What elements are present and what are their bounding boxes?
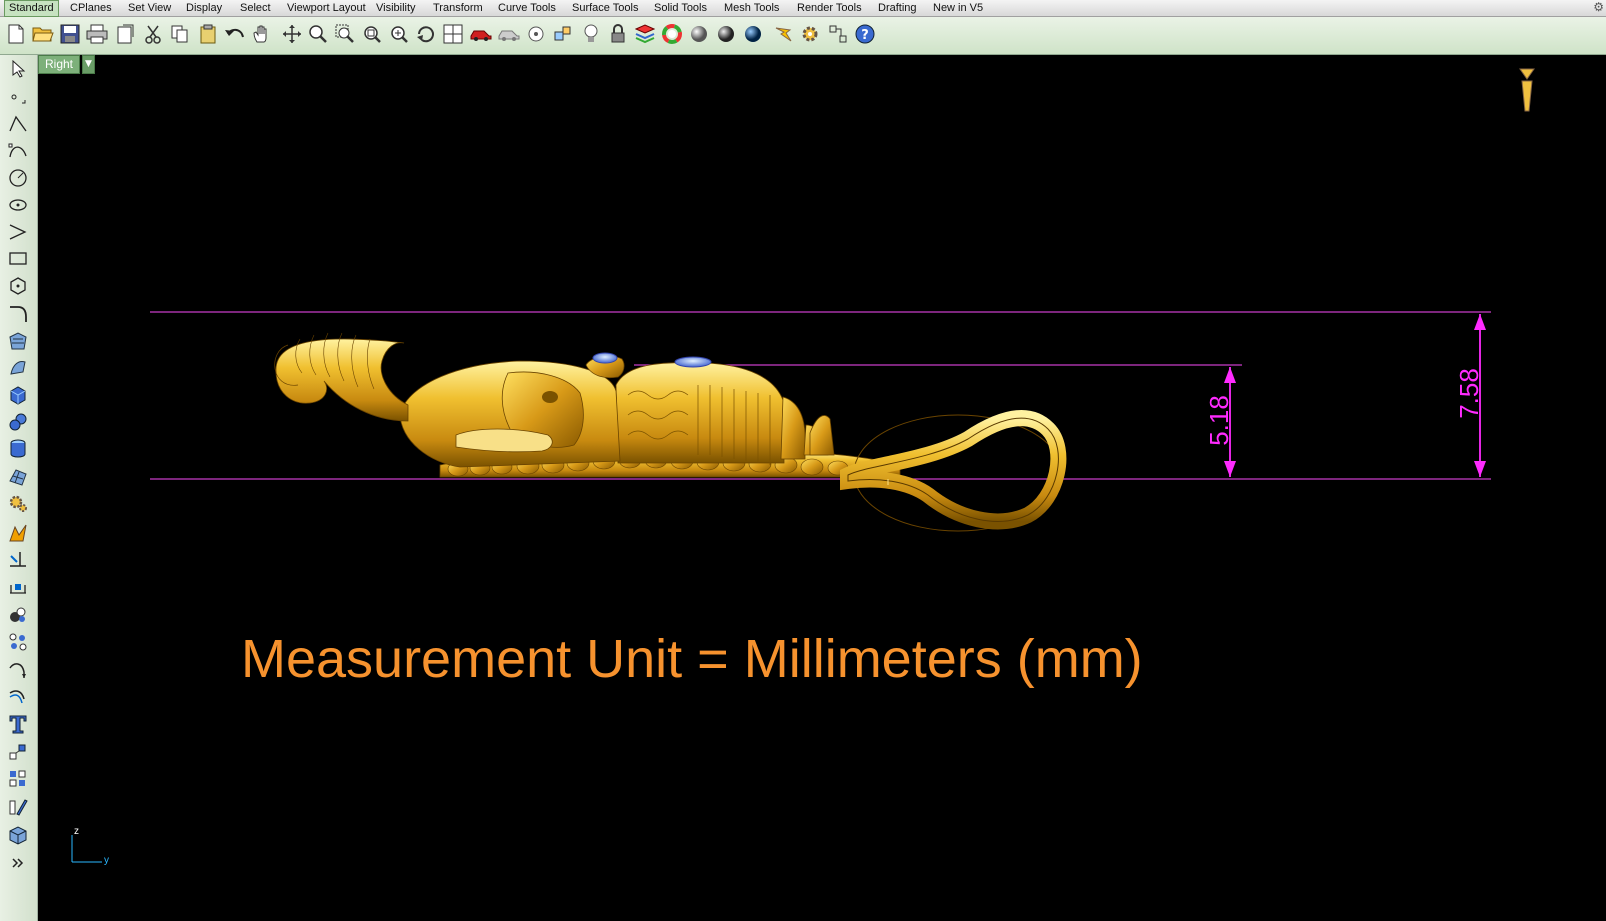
tab-mesh-tools[interactable]: Mesh Tools bbox=[720, 1, 783, 16]
zoom-extents-icon[interactable] bbox=[360, 22, 384, 46]
layer-icon[interactable] bbox=[633, 22, 657, 46]
sweep-icon[interactable] bbox=[6, 356, 30, 380]
point-icon[interactable] bbox=[6, 85, 30, 109]
fillet-icon[interactable] bbox=[6, 302, 30, 326]
tab-display[interactable]: Display bbox=[182, 1, 226, 16]
block-icon[interactable] bbox=[6, 767, 30, 791]
help-icon[interactable]: ? bbox=[853, 22, 877, 46]
four-viewports-icon[interactable] bbox=[441, 22, 465, 46]
gear-icon[interactable] bbox=[798, 22, 822, 46]
transform-icon[interactable] bbox=[6, 740, 30, 764]
select-arrow-icon[interactable] bbox=[6, 57, 30, 81]
group-icon[interactable] bbox=[6, 603, 30, 627]
dimension-label-small: 5.18 bbox=[1203, 395, 1234, 446]
target-icon[interactable] bbox=[524, 22, 548, 46]
zoom-window-icon[interactable] bbox=[333, 22, 357, 46]
tab-cplanes[interactable]: CPlanes bbox=[66, 1, 116, 16]
arc-icon[interactable] bbox=[6, 220, 30, 244]
trim-icon[interactable] bbox=[6, 548, 30, 572]
sphere-shaded-icon[interactable] bbox=[687, 22, 711, 46]
open-icon[interactable] bbox=[31, 22, 55, 46]
text-icon[interactable] bbox=[6, 712, 30, 736]
lock-icon[interactable] bbox=[606, 22, 630, 46]
mesh-icon[interactable] bbox=[6, 465, 30, 489]
viewport-scene bbox=[71, 68, 1535, 863]
undo-icon[interactable] bbox=[223, 22, 247, 46]
dimension-icon[interactable] bbox=[6, 575, 30, 599]
more-icon[interactable] bbox=[6, 851, 30, 875]
car-icon[interactable] bbox=[469, 22, 493, 46]
axis-z-label: z bbox=[74, 826, 79, 837]
tab-set-view[interactable]: Set View bbox=[124, 1, 175, 16]
offset-icon[interactable] bbox=[6, 685, 30, 709]
surface-icon[interactable] bbox=[6, 329, 30, 353]
measurement-unit-caption: Measurement Unit = Millimeters (mm) bbox=[241, 629, 1143, 689]
tab-new-in-v5[interactable]: New in V5 bbox=[929, 1, 987, 16]
ghost-car-icon[interactable] bbox=[497, 22, 521, 46]
tab-select[interactable]: Select bbox=[236, 1, 275, 16]
tab-curve-tools[interactable]: Curve Tools bbox=[494, 1, 560, 16]
spheres-icon[interactable] bbox=[6, 410, 30, 434]
rectangle-icon[interactable] bbox=[6, 247, 30, 271]
new-icon[interactable] bbox=[4, 22, 28, 46]
array-icon[interactable] bbox=[6, 630, 30, 654]
export-icon[interactable] bbox=[113, 22, 137, 46]
viewport-right[interactable]: Right ▼ 5.18 7.58 z y Measurement Unit =… bbox=[38, 55, 1606, 921]
color-wheel-icon[interactable] bbox=[660, 22, 684, 46]
print-icon[interactable] bbox=[85, 22, 109, 46]
gumball-widget-icon[interactable] bbox=[1519, 68, 1535, 112]
snap-icon[interactable] bbox=[551, 22, 575, 46]
gear-solid-icon[interactable] bbox=[6, 492, 30, 516]
explode-icon[interactable] bbox=[6, 521, 30, 545]
paste-icon[interactable] bbox=[196, 22, 220, 46]
axis-indicator bbox=[71, 835, 102, 863]
settings-gear-icon[interactable]: ⚙ bbox=[1593, 0, 1604, 14]
rotate-view-icon[interactable] bbox=[414, 22, 438, 46]
analyze-icon[interactable] bbox=[6, 795, 30, 819]
tab-transform[interactable]: Transform bbox=[429, 1, 487, 16]
copy-icon[interactable] bbox=[168, 22, 192, 46]
lightbulb-icon[interactable] bbox=[579, 22, 603, 46]
sphere-render-icon[interactable] bbox=[714, 22, 738, 46]
zoom-selected-icon[interactable] bbox=[387, 22, 411, 46]
pan-hand-icon[interactable] bbox=[250, 22, 274, 46]
cplane-icon[interactable] bbox=[826, 22, 850, 46]
box-icon[interactable] bbox=[6, 383, 30, 407]
tab-visibility[interactable]: Visibility bbox=[372, 1, 420, 16]
move-view-icon[interactable] bbox=[280, 22, 304, 46]
tab-standard[interactable]: Standard bbox=[4, 0, 59, 17]
svg-text:?: ? bbox=[861, 28, 869, 43]
standard-toolbar: ? bbox=[0, 17, 1606, 55]
flash-icon[interactable] bbox=[771, 22, 795, 46]
polyline-icon[interactable] bbox=[6, 112, 30, 136]
tab-render-tools[interactable]: Render Tools bbox=[793, 1, 866, 16]
tab-viewport-layout[interactable]: Viewport Layout bbox=[283, 1, 370, 16]
main-left-toolbar bbox=[0, 55, 38, 921]
tab-surface-tools[interactable]: Surface Tools bbox=[568, 1, 642, 16]
zoom-icon[interactable] bbox=[306, 22, 330, 46]
axis-y-label: y bbox=[104, 855, 109, 866]
tab-solid-tools[interactable]: Solid Tools bbox=[650, 1, 711, 16]
render-icon[interactable] bbox=[6, 823, 30, 847]
ellipse-icon[interactable] bbox=[6, 193, 30, 217]
polygon-icon[interactable] bbox=[6, 274, 30, 298]
elephant-pendant-model[interactable] bbox=[274, 332, 1067, 532]
circle-icon[interactable] bbox=[6, 166, 30, 190]
cylinder-icon[interactable] bbox=[6, 437, 30, 461]
cut-icon[interactable] bbox=[141, 22, 165, 46]
save-icon[interactable] bbox=[58, 22, 82, 46]
sphere-blue-icon[interactable] bbox=[741, 22, 765, 46]
toolbar-tab-bar: Standard CPlanes Set View Display Select… bbox=[0, 0, 1606, 17]
curve-icon[interactable] bbox=[6, 139, 30, 163]
curve-edit-icon[interactable] bbox=[6, 658, 30, 682]
tab-drafting[interactable]: Drafting bbox=[874, 1, 921, 16]
dimension-label-large: 7.58 bbox=[1453, 368, 1484, 419]
